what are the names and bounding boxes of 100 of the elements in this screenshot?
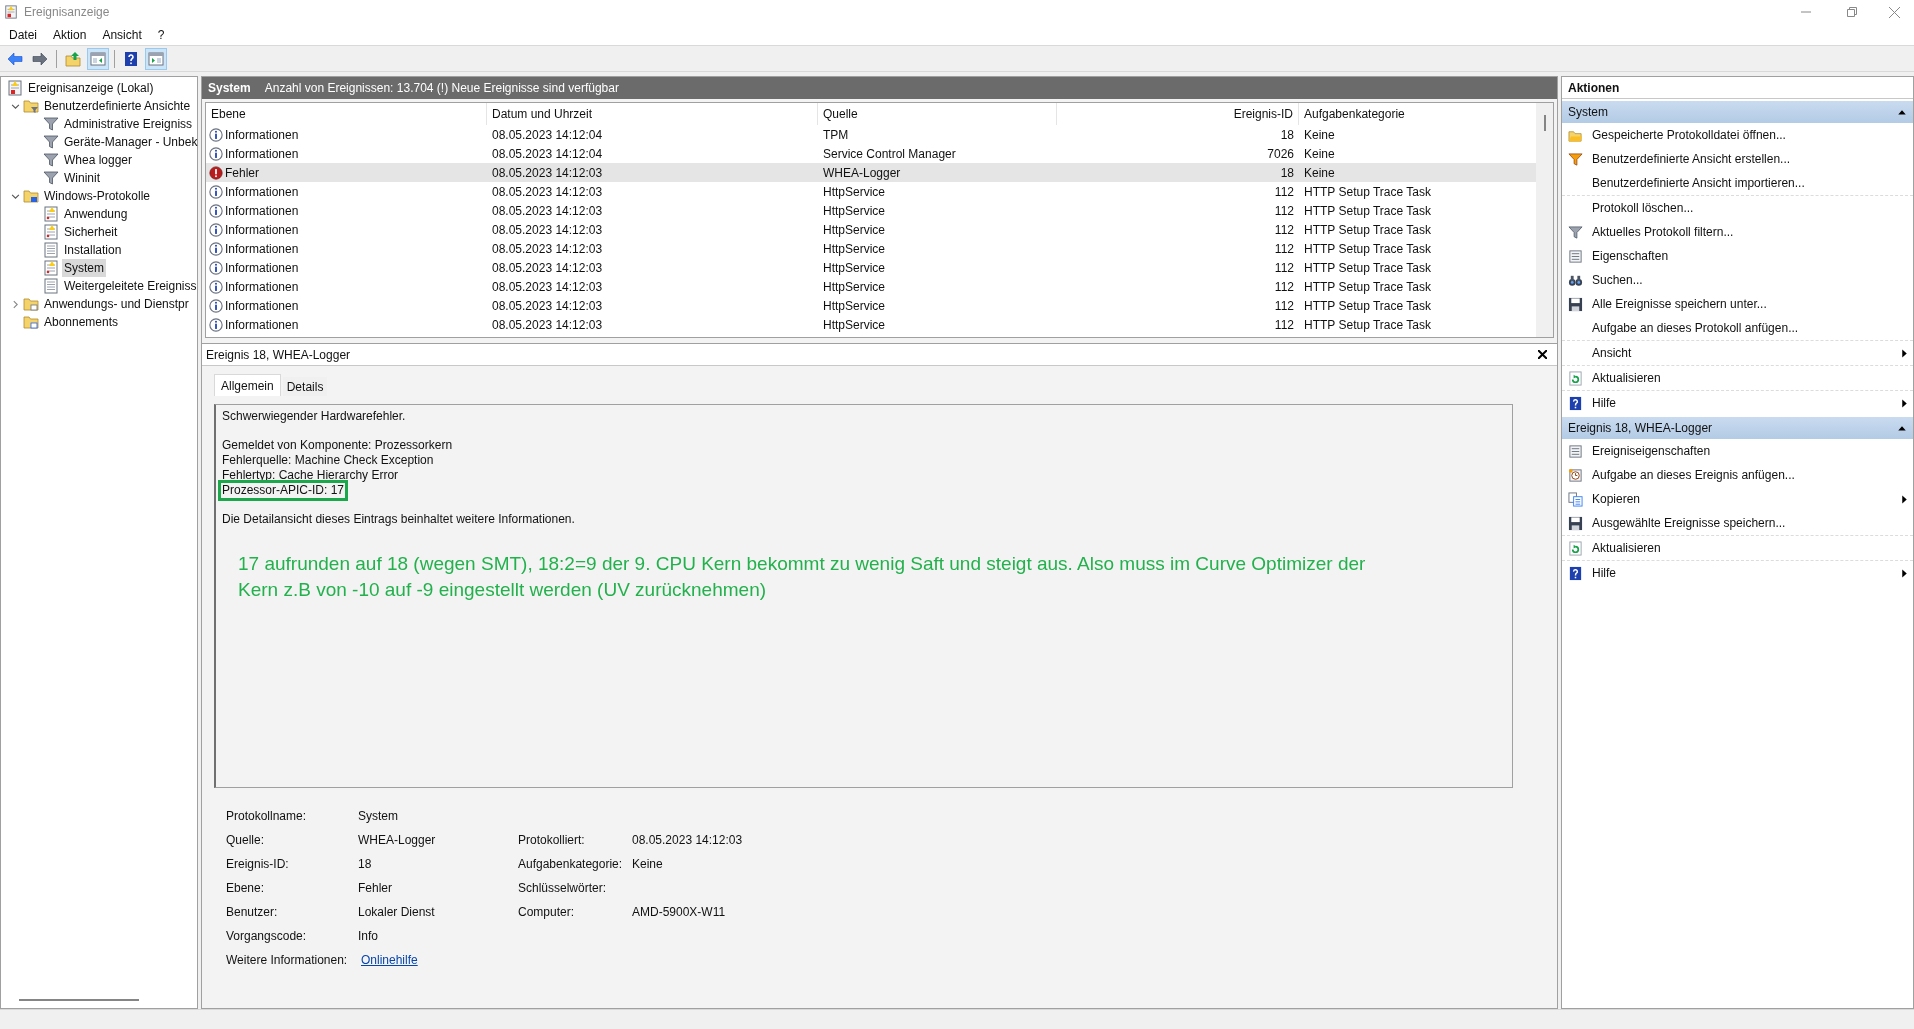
action-item[interactable]: Aktuelles Protokoll filtern...: [1562, 220, 1913, 244]
table-row[interactable]: Informationen 08.05.2023 14:12:03 HttpService 112 HTTP Setup Trace Task: [206, 296, 1536, 315]
tree-item[interactable]: Installation: [62, 241, 124, 259]
close-icon[interactable]: [1538, 350, 1547, 359]
action-item[interactable]: Ereigniseigenschaften: [1562, 439, 1913, 463]
action-item[interactable]: Benutzerdefinierte Ansicht erstellen...: [1562, 147, 1913, 171]
action-item[interactable]: Ausgewählte Ereignisse speichern...: [1562, 511, 1913, 535]
action-item[interactable]: Kopieren: [1562, 487, 1913, 511]
menu-item[interactable]: Aktion: [46, 23, 94, 46]
table-row[interactable]: Informationen 08.05.2023 14:12:03 HttpService 112 HTTP Setup Trace Task: [206, 220, 1536, 239]
table-cell-text: 112: [1273, 183, 1295, 201]
action-label: Kopieren: [1591, 491, 1642, 508]
table-cell-text: HTTP Setup Trace Task: [1303, 316, 1432, 334]
toolbar-pane-button[interactable]: [87, 47, 109, 70]
help-link[interactable]: Onlinehilfe: [361, 951, 418, 969]
restore-icon[interactable]: [1847, 7, 1857, 17]
window-title: Ereignisanzeige: [24, 4, 110, 21]
section-header[interactable]: System: [1562, 101, 1913, 123]
table-cell-text: Keine: [1303, 164, 1336, 182]
column-header[interactable]: Ebene: [211, 105, 246, 123]
table-cell-text: Informationen: [225, 316, 299, 334]
action-label: Benutzerdefinierte Ansicht importieren...: [1591, 175, 1806, 192]
table-cell-text: 112: [1273, 240, 1295, 258]
table-cell-text: HTTP Setup Trace Task: [1303, 297, 1432, 315]
tree-item[interactable]: Benutzerdefinierte Ansichte: [42, 97, 193, 115]
table-cell-text: 112: [1273, 259, 1295, 277]
chevron-icon[interactable]: [10, 191, 20, 201]
action-item[interactable]: Protokoll löschen...: [1562, 196, 1913, 220]
table-row[interactable]: Informationen 08.05.2023 14:12:04 TPM 18 Keine: [206, 125, 1536, 144]
tree-item[interactable]: Sicherheit: [62, 223, 120, 241]
refresh-icon: [1568, 370, 1583, 386]
field-label: Quelle:: [226, 832, 266, 849]
action-item[interactable]: Aktualisieren: [1562, 536, 1913, 560]
action-item[interactable]: Hilfe: [1562, 391, 1913, 415]
chevron-icon[interactable]: [10, 101, 20, 111]
table-row[interactable]: Fehler 08.05.2023 14:12:03 WHEA-Logger 18 Keine: [206, 163, 1536, 182]
back-arrow-icon: [7, 50, 23, 67]
table-cell-text: 112: [1273, 221, 1295, 239]
folder-icon: [23, 314, 39, 330]
tree-item[interactable]: Geräte-Manager - Unbek: [62, 133, 200, 151]
info-icon: [209, 241, 223, 256]
action-label: Ansicht: [1591, 345, 1633, 362]
tree-item[interactable]: Anwendungs- und Dienstpr: [42, 295, 191, 313]
table-row[interactable]: Informationen 08.05.2023 14:12:03 HttpService 112 HTTP Setup Trace Task: [206, 315, 1536, 334]
column-header[interactable]: Aufgabenkategorie: [1304, 105, 1405, 123]
table-row[interactable]: Informationen 08.05.2023 14:12:03 HttpService 112 HTTP Setup Trace Task: [206, 258, 1536, 277]
menu-item[interactable]: ?: [150, 23, 172, 46]
table-row[interactable]: Informationen 08.05.2023 14:12:03 HttpService 112 HTTP Setup Trace Task: [206, 182, 1536, 201]
action-item[interactable]: Suchen...: [1562, 268, 1913, 292]
annotation-text: Kern z.B von -10 auf -9 eingestellt werden (UV zurücknehmen): [238, 578, 768, 602]
table-row[interactable]: Informationen 08.05.2023 14:12:03 HttpService 112 HTTP Setup Trace Task: [206, 201, 1536, 220]
info-icon: [209, 222, 223, 237]
menu-item[interactable]: Ansicht: [95, 23, 149, 46]
action-item[interactable]: Gespeicherte Protokolldatei öffnen...: [1562, 123, 1913, 147]
action-item[interactable]: Aufgabe an dieses Protokoll anfügen...: [1562, 316, 1913, 340]
column-header[interactable]: Quelle: [823, 105, 858, 123]
action-label: Aktuelles Protokoll filtern...: [1591, 224, 1735, 241]
tree-item[interactable]: Whea logger: [62, 151, 135, 169]
action-label: Aktualisieren: [1591, 540, 1662, 557]
tab[interactable]: Allgemein: [214, 374, 281, 396]
action-label: Aufgabe an dieses Ereignis anfügen...: [1591, 467, 1796, 484]
table-cell-text: 08.05.2023 14:12:03: [491, 316, 604, 334]
field-label: Schlüsselwörter:: [518, 880, 608, 897]
scrollbar[interactable]: [1536, 103, 1553, 337]
scrollbar-drawing[interactable]: [19, 999, 139, 1002]
filter-icon: [1568, 224, 1583, 240]
tree-item[interactable]: Anwendung: [62, 205, 130, 223]
action-item[interactable]: Hilfe: [1562, 561, 1913, 585]
log-icon: [7, 80, 23, 96]
action-item[interactable]: Eigenschaften: [1562, 244, 1913, 268]
table-row[interactable]: Informationen 08.05.2023 14:12:03 HttpService 112 HTTP Setup Trace Task: [206, 239, 1536, 258]
action-label: Benutzerdefinierte Ansicht erstellen...: [1591, 151, 1792, 168]
action-item[interactable]: Aktualisieren: [1562, 366, 1913, 390]
column-header[interactable]: Ereignis-ID: [1233, 105, 1293, 123]
tree-item[interactable]: Weitergeleitete Ereigniss: [62, 277, 199, 295]
menu-item[interactable]: Datei: [2, 23, 44, 46]
table-cell-text: 08.05.2023 14:12:03: [491, 202, 604, 220]
action-item[interactable]: Alle Ereignisse speichern unter...: [1562, 292, 1913, 316]
tree-item[interactable]: Administrative Ereigniss: [62, 115, 195, 133]
field-value: Keine: [632, 856, 664, 873]
column-header[interactable]: Datum und Uhrzeit: [492, 105, 593, 123]
table-row[interactable]: Informationen 08.05.2023 14:12:03 HttpService 112 HTTP Setup Trace Task: [206, 277, 1536, 296]
tree-item[interactable]: Ereignisanzeige (Lokal): [26, 79, 156, 97]
tree-item[interactable]: Abonnements: [42, 313, 121, 331]
action-item[interactable]: Aufgabe an dieses Ereignis anfügen...: [1562, 463, 1913, 487]
help-icon: [1568, 565, 1583, 581]
log-name: System: [208, 80, 251, 97]
action-item[interactable]: Benutzerdefinierte Ansicht importieren...: [1562, 171, 1913, 195]
table-cell-text: Informationen: [225, 126, 299, 144]
tree-item[interactable]: Wininit: [62, 169, 102, 187]
tree-item[interactable]: System: [62, 259, 106, 277]
table-row[interactable]: Informationen 08.05.2023 14:12:04 Service Control Manager 7026 Keine: [206, 144, 1536, 163]
field-label: Weitere Informationen:: [226, 952, 349, 969]
info-icon: [209, 184, 223, 199]
action-label: Ausgewählte Ereignisse speichern...: [1591, 515, 1787, 532]
section-header[interactable]: Ereignis 18, WHEA-Logger: [1562, 417, 1913, 439]
info-icon: [209, 127, 223, 142]
tree-item[interactable]: Windows-Protokolle: [42, 187, 153, 205]
action-item[interactable]: Ansicht: [1562, 341, 1913, 365]
chevron-icon[interactable]: [10, 299, 20, 309]
